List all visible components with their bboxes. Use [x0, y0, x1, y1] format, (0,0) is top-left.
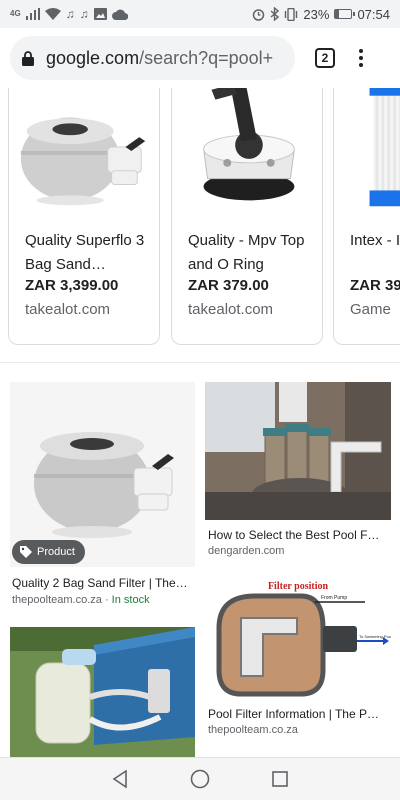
image-caption[interactable]: Pool Filter Information | The P… — [208, 707, 392, 721]
product-card[interactable]: Intex - I Cartridg ZAR 39 Game — [333, 88, 400, 345]
cloud-icon — [111, 9, 128, 20]
product-image — [369, 88, 400, 207]
bluetooth-icon — [270, 7, 280, 21]
source-domain: thepoolteam.co.za — [12, 594, 102, 606]
product-title: Intex - I Cartridg — [350, 232, 400, 249]
back-triangle-icon — [112, 770, 127, 788]
signal-icon — [25, 8, 40, 20]
product-store: Game — [350, 301, 391, 318]
network-type: 4G — [10, 9, 21, 18]
home-button[interactable] — [190, 769, 210, 789]
home-circle-icon — [190, 769, 210, 789]
product-image — [20, 117, 146, 206]
address-bar[interactable]: google.com/search?q=pool+ — [10, 36, 295, 80]
alarm-icon — [253, 8, 265, 21]
product-image — [203, 88, 295, 201]
vibrate-icon — [285, 7, 298, 21]
image-icon — [93, 8, 107, 20]
wifi-icon — [44, 8, 61, 20]
badge-label: Product — [37, 546, 75, 558]
tag-icon — [20, 546, 32, 558]
image-source: thepoolteam.co.za — [208, 724, 298, 736]
filter-diagram-image: Filter position From Pump To Swimming Po… — [216, 581, 391, 697]
system-nav-bar — [0, 757, 400, 800]
product-title: Quality - Mpv Top and O Ring — [188, 232, 305, 273]
diagram-title: Filter position — [268, 581, 329, 592]
recents-button[interactable] — [270, 769, 290, 789]
tab-switcher-button[interactable]: 2 — [315, 48, 335, 68]
shopping-carousel[interactable]: Quality Superflo 3 Bag Sand… ZAR 3,399.0… — [0, 88, 400, 356]
above-ground-pool-image — [10, 627, 195, 757]
image-result[interactable]: Filter position From Pump To Swimming Po… — [205, 578, 391, 700]
url-domain: google.com — [46, 47, 140, 68]
product-badge: Product — [12, 540, 85, 564]
product-store: takealot.com — [25, 301, 111, 318]
recents-square-icon — [272, 771, 288, 787]
product-card[interactable]: Quality Superflo 3 Bag Sand… ZAR 3,399.0… — [8, 88, 160, 345]
music-icon: ♫ — [79, 7, 89, 21]
back-button[interactable] — [110, 769, 130, 789]
product-price: ZAR 379.00 — [188, 277, 269, 294]
lock-icon — [22, 50, 34, 66]
product-card[interactable]: Quality - Mpv Top and O Ring ZAR 379.00 … — [171, 88, 323, 345]
clock: 07:54 — [357, 6, 390, 22]
url-path: /search?q=pool+ — [139, 47, 274, 68]
browser-toolbar: google.com/search?q=pool+ 2 — [0, 28, 400, 88]
image-result[interactable] — [205, 382, 391, 520]
stock-status: In stock — [111, 594, 150, 606]
cartridge-filters-image — [205, 382, 391, 520]
battery-icon — [334, 9, 356, 19]
status-left: 4G ♫ ♫ — [10, 8, 128, 20]
image-result[interactable] — [10, 627, 195, 757]
overflow-menu-icon[interactable] — [359, 49, 363, 67]
image-caption[interactable]: How to Select the Best Pool F… — [208, 528, 392, 542]
product-price: ZAR 3,399.00 — [25, 277, 119, 294]
diagram-label-from-pump: From Pump — [321, 595, 347, 601]
product-store: takealot.com — [188, 301, 274, 318]
status-right: 23% 07:54 — [252, 7, 390, 22]
product-title: Quality Superflo 3 Bag Sand… — [25, 232, 145, 273]
url-text: google.com/search?q=pool+ — [46, 48, 273, 69]
product-price: ZAR 39 — [350, 277, 400, 294]
diagram-label-to-pool: To Swimming Pool — [359, 634, 391, 639]
battery-percent: 23% — [303, 6, 330, 22]
status-bar: 4G ♫ ♫ 23% 07:54 — [0, 0, 400, 28]
music-icon: ♫ — [65, 7, 75, 21]
image-source: dengarden.com — [208, 545, 285, 557]
section-divider — [0, 362, 400, 363]
image-caption[interactable]: Quality 2 Bag Sand Filter | The… — [12, 576, 195, 590]
image-source: thepoolteam.co.za · In stock — [12, 594, 150, 606]
